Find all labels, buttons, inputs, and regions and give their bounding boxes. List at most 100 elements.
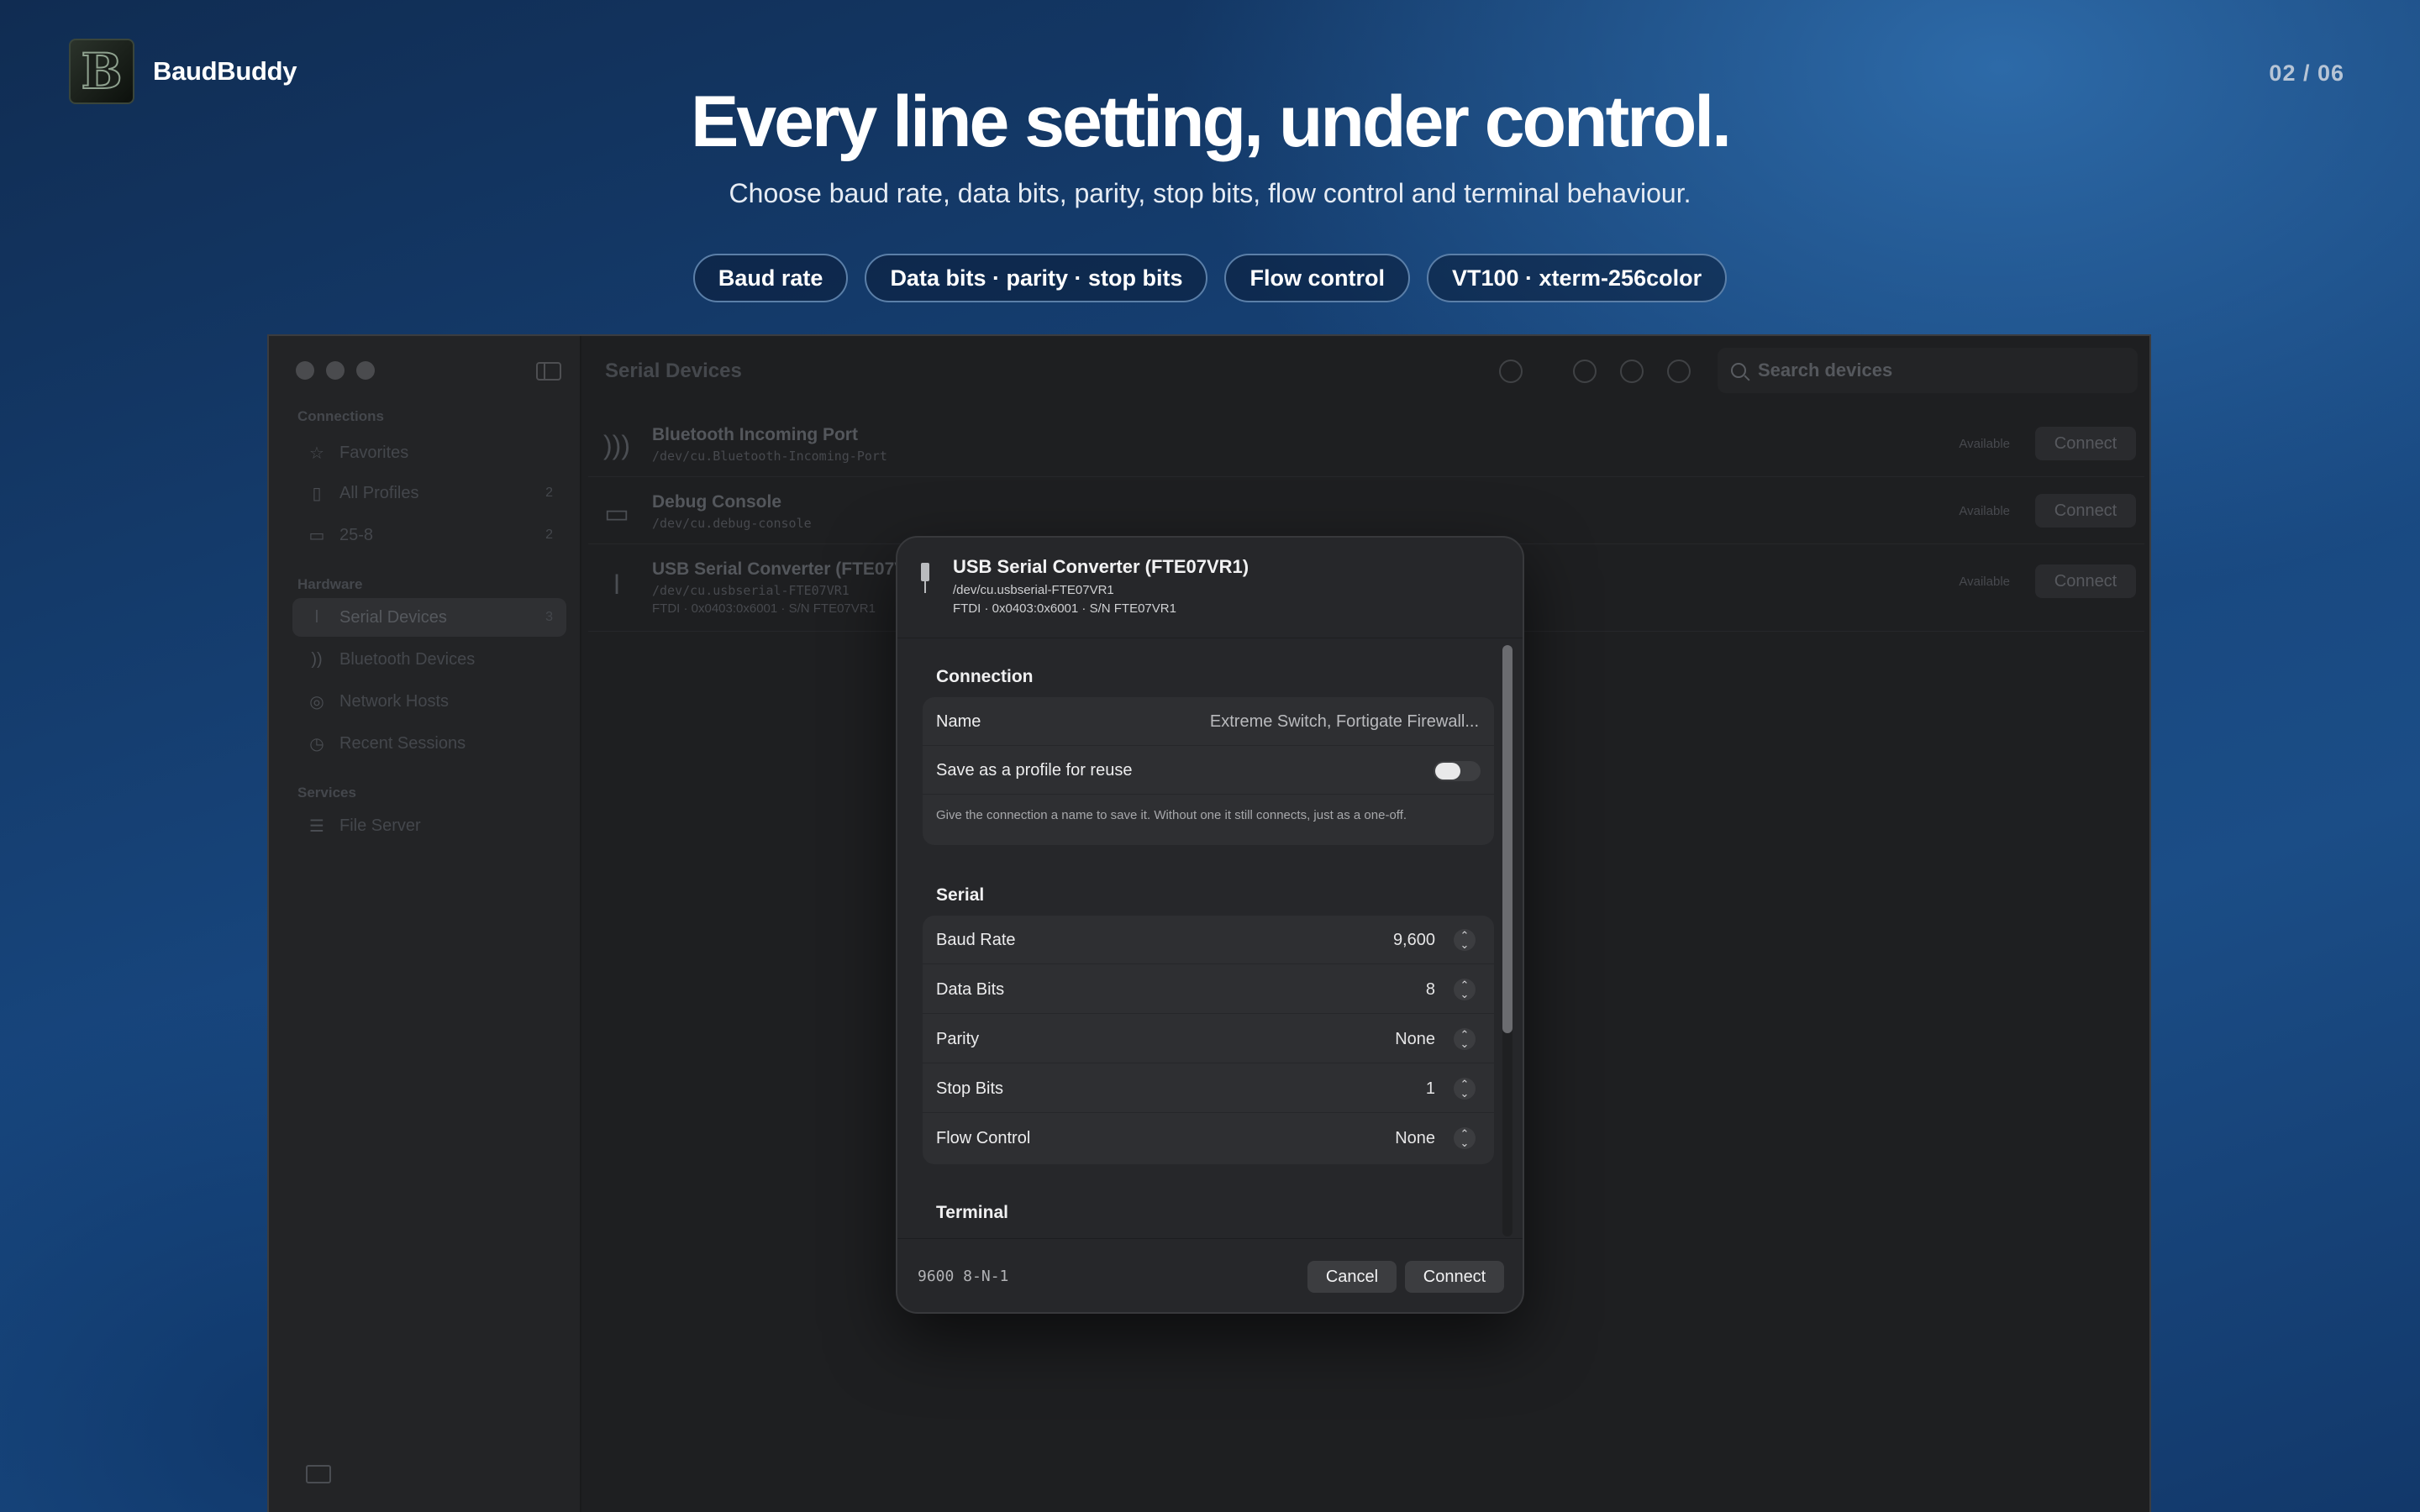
globe-icon[interactable] [1620, 360, 1644, 383]
up-down-chevron-icon[interactable]: ⌃ ⌄ [1454, 1078, 1476, 1100]
data-bits-value[interactable]: 8 [1426, 980, 1435, 1000]
zoom-window-button[interactable] [356, 361, 375, 380]
data-bits-row[interactable]: Data Bits 8 ⌃ ⌄ [923, 965, 1494, 1014]
settings-form: Connection Name Extreme Switch, Fortigat… [897, 638, 1523, 1238]
connect-button[interactable]: Connect [1405, 1261, 1504, 1293]
cancel-button[interactable]: Cancel [1307, 1261, 1397, 1293]
stop-bits-row[interactable]: Stop Bits 1 ⌃ ⌄ [923, 1064, 1494, 1113]
sidebar-item-file-server[interactable]: ☰ File Server [292, 806, 566, 845]
monitor-icon: ▭ [603, 498, 630, 528]
name-row: Name Extreme Switch, Fortigate Firewall.… [923, 697, 1494, 746]
parity-row[interactable]: Parity None ⌃ ⌄ [923, 1015, 1494, 1063]
star-icon: ☆ [309, 444, 324, 463]
line-settings-summary: 9600 8-N-1 [918, 1268, 1009, 1285]
stop-bits-value[interactable]: 1 [1426, 1079, 1435, 1099]
usb-icon: ǀ [314, 607, 319, 627]
usb-icon: ǀ [613, 570, 621, 600]
clock-icon: ◷ [309, 734, 324, 753]
helper-text: Give the connection a name to save it. W… [936, 808, 1407, 822]
up-down-chevron-icon[interactable]: ⌃ ⌄ [1454, 1127, 1476, 1149]
sidebar-item-bluetooth-devices[interactable]: )) Bluetooth Devices [292, 640, 566, 679]
usb-icon [921, 563, 929, 593]
device-name: USB Serial Converter (FTE07V [652, 559, 907, 579]
up-down-chevron-icon[interactable]: ⌃ ⌄ [1454, 1028, 1476, 1050]
parity-value[interactable]: None [1395, 1030, 1435, 1049]
sidebar-section-hardware: Hardware [297, 576, 363, 592]
flow-control-label: Flow Control [936, 1129, 1031, 1147]
sidebar-section-connections: Connections [297, 408, 384, 424]
stop-bits-label: Stop Bits [936, 1079, 1004, 1098]
device-status: Available [1959, 504, 2010, 518]
pill-data-bits: Data bits · parity · stop bits [865, 254, 1208, 302]
device-name: Bluetooth Incoming Port [652, 425, 858, 444]
pill-terminal: VT100 · xterm-256color [1426, 254, 1728, 302]
device-info: FTDI · 0x0403:0x6001 · S/N FTE07VR1 [652, 601, 876, 616]
parity-label: Parity [936, 1030, 980, 1048]
connect-button[interactable]: Connect [2035, 427, 2136, 460]
save-profile-row: Save as a profile for reuse [923, 746, 1494, 795]
window-controls [296, 361, 375, 380]
bluetooth-icon: )) [311, 649, 323, 669]
server-icon: ☰ [309, 816, 324, 836]
section-terminal: Terminal [936, 1203, 1008, 1222]
sheet-title: USB Serial Converter (FTE07VR1) [953, 556, 1249, 577]
new-folder-icon[interactable] [306, 1465, 331, 1483]
search-input[interactable]: Search devices [1758, 360, 1892, 381]
sidebar-item-all-profiles[interactable]: ▯ All Profiles 2 [292, 474, 566, 512]
name-field[interactable]: Extreme Switch, Fortigate Firewall... [1210, 712, 1479, 732]
sidebar-item-recent-sessions[interactable]: ◷ Recent Sessions [292, 724, 566, 763]
feature-pills: Baud rate Data bits · parity · stop bits… [0, 254, 2420, 302]
sidebar-item-network-hosts[interactable]: ◎ Network Hosts [292, 682, 566, 721]
flow-control-value[interactable]: None [1395, 1129, 1435, 1148]
device-row[interactable]: ))) Bluetooth Incoming Port /dev/cu.Blue… [588, 417, 2144, 477]
save-profile-label: Save as a profile for reuse [936, 761, 1133, 780]
sidebar-item-favorites[interactable]: ☆ Favorites [292, 433, 566, 472]
sheet-footer: 9600 8-N-1 Cancel Connect [897, 1238, 1523, 1312]
close-window-button[interactable] [296, 361, 314, 380]
connection-group: Name Extreme Switch, Fortigate Firewall.… [923, 697, 1494, 845]
window-title: Serial Devices [605, 360, 742, 382]
refresh-icon[interactable] [1667, 360, 1691, 383]
device-name: Debug Console [652, 492, 782, 512]
pill-flow-control: Flow control [1224, 254, 1410, 302]
device-status: Available [1959, 437, 2010, 451]
baud-rate-label: Baud Rate [936, 931, 1016, 949]
connection-sheet: USB Serial Converter (FTE07VR1) /dev/cu.… [896, 536, 1524, 1314]
sidebar-item-25-8[interactable]: ▭ 25-8 2 [292, 516, 566, 554]
more-options-icon[interactable] [1499, 360, 1523, 383]
connect-button[interactable]: Connect [2035, 494, 2136, 528]
count-badge: 2 [545, 486, 553, 500]
sidebar-toggle-icon[interactable] [536, 362, 561, 381]
serial-group: Baud Rate 9,600 ⌃ ⌄ Data Bits 8 ⌃ ⌄ Parity… [923, 916, 1494, 1164]
sheet-device-path: /dev/cu.usbserial-FTE07VR1 [953, 583, 1114, 597]
folder-icon: ▭ [308, 526, 325, 545]
up-down-chevron-icon[interactable]: ⌃ ⌄ [1454, 929, 1476, 951]
device-status: Available [1959, 575, 2010, 589]
server-icon[interactable] [1573, 360, 1597, 383]
pill-baud-rate: Baud rate [692, 254, 849, 302]
scroll-thumb[interactable] [1502, 645, 1512, 1033]
baud-rate-row[interactable]: Baud Rate 9,600 ⌃ ⌄ [923, 916, 1494, 964]
section-serial: Serial [936, 885, 985, 905]
up-down-chevron-icon[interactable]: ⌃ ⌄ [1454, 979, 1476, 1000]
name-label: Name [936, 712, 981, 731]
connect-button[interactable]: Connect [2035, 564, 2136, 598]
sidebar-section-services: Services [297, 785, 356, 801]
scrollbar[interactable] [1502, 645, 1512, 1236]
globe-icon: ◎ [309, 692, 324, 711]
sheet-device-info: FTDI · 0x0403:0x6001 · S/N FTE07VR1 [953, 601, 1176, 616]
save-profile-toggle[interactable] [1434, 761, 1481, 781]
minimize-window-button[interactable] [326, 361, 345, 380]
section-connection: Connection [936, 667, 1034, 686]
flow-control-row[interactable]: Flow Control None ⌃ ⌄ [923, 1114, 1494, 1163]
baud-rate-value[interactable]: 9,600 [1393, 931, 1435, 950]
search-icon [1731, 363, 1746, 378]
subheadline: Choose baud rate, data bits, parity, sto… [729, 178, 1691, 208]
search-field[interactable]: Search devices [1718, 348, 2138, 393]
count-badge: 2 [545, 528, 553, 542]
data-bits-label: Data Bits [936, 980, 1005, 999]
sidebar-item-serial-devices[interactable]: ǀ Serial Devices 3 [292, 598, 566, 637]
device-path: /dev/cu.usbserial-FTE07VR1 [652, 583, 850, 598]
sidebar: Connections ☆ Favorites ▯ All Profiles 2… [269, 336, 581, 1512]
sheet-header: USB Serial Converter (FTE07VR1) /dev/cu.… [897, 538, 1523, 638]
